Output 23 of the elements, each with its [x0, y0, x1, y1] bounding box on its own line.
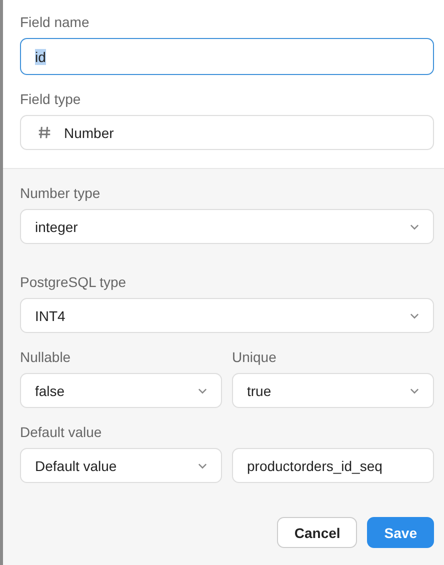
chevron-down-icon: [198, 462, 207, 468]
field-label: Field type: [20, 91, 82, 107]
field-label: Number type: [20, 185, 102, 201]
field-label: Default value: [20, 424, 103, 440]
chevron-down-icon: [198, 388, 207, 394]
chevron-down-icon: [410, 312, 419, 318]
field-label: Field name: [20, 14, 90, 30]
select-dropdown[interactable]: false: [20, 373, 222, 408]
field-name-input[interactable]: id: [20, 38, 434, 75]
field-label: PostgreSQL type: [20, 274, 128, 290]
select-dropdown[interactable]: true: [232, 373, 434, 408]
select-dropdown[interactable]: INT4: [20, 298, 434, 333]
select-dropdown[interactable]: Default value: [20, 448, 222, 483]
field-label: Unique: [232, 349, 278, 365]
chevron-down-icon: [410, 388, 419, 394]
text-input[interactable]: productorders_id_seq: [232, 448, 434, 483]
hash-icon: [37, 125, 52, 140]
cancel-button[interactable]: Cancel: [277, 517, 358, 548]
field-label: Nullable: [20, 349, 72, 365]
chevron-down-icon: [410, 224, 419, 230]
input-value: id: [35, 48, 46, 64]
select-dropdown[interactable]: integer: [20, 209, 434, 244]
field-type-display[interactable]: Number: [20, 115, 434, 150]
